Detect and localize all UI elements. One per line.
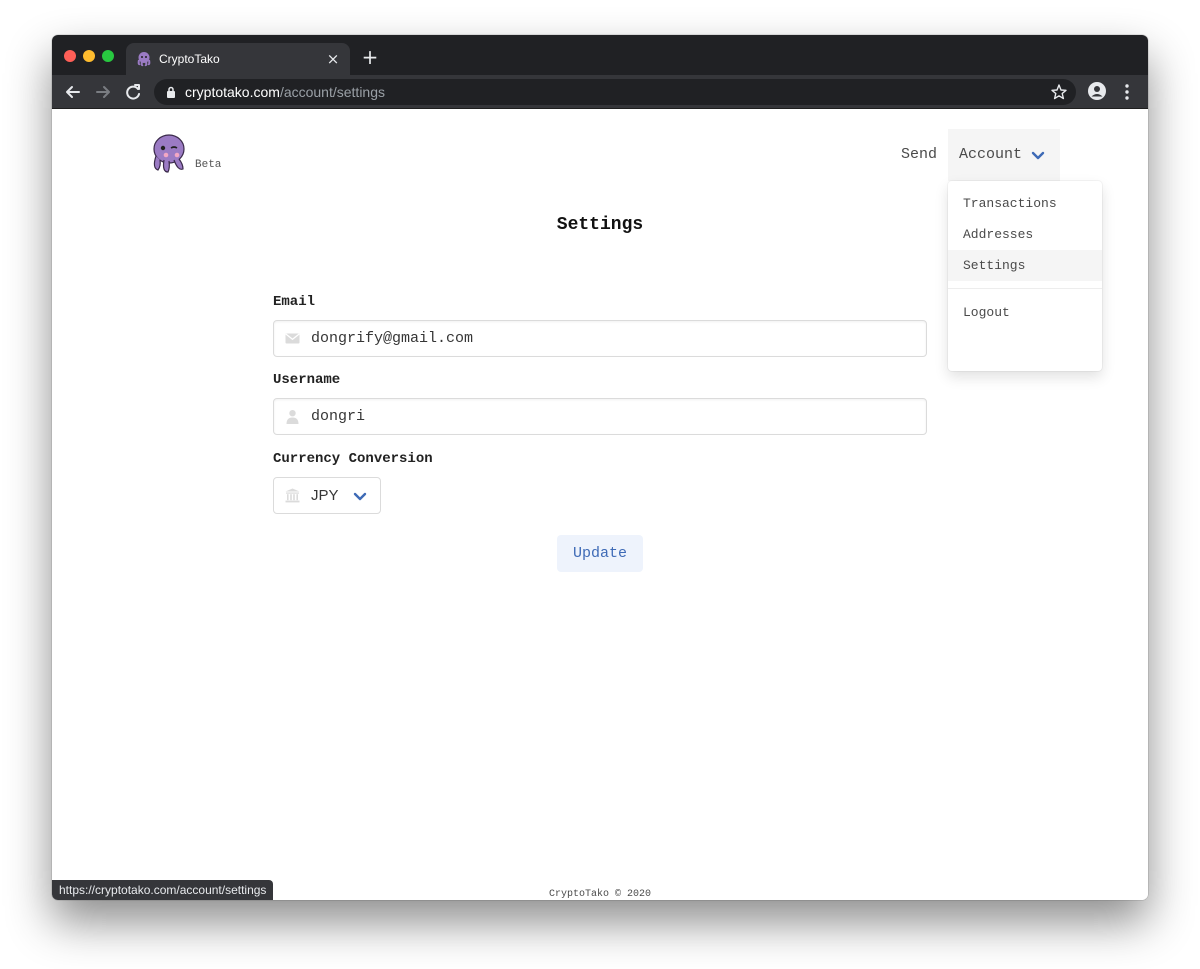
nav-send-link[interactable]: Send	[901, 146, 937, 163]
email-label: Email	[273, 294, 316, 310]
user-icon	[286, 410, 299, 424]
update-button[interactable]: Update	[557, 535, 643, 572]
envelope-icon	[285, 333, 300, 344]
menu-item-logout[interactable]: Logout	[948, 297, 1102, 328]
username-field[interactable]: dongri	[273, 398, 927, 435]
username-label: Username	[273, 372, 341, 388]
nav-account-label: Account	[959, 146, 1023, 163]
close-tab-icon[interactable]: ×	[324, 50, 342, 68]
back-arrow-icon[interactable]	[62, 81, 84, 103]
chevron-down-icon	[1031, 151, 1045, 160]
forward-arrow-icon[interactable]	[92, 81, 114, 103]
url-text: cryptotako.com/account/settings	[185, 84, 385, 100]
minimize-window-button[interactable]	[83, 50, 95, 62]
nav-account-dropdown[interactable]: Account	[948, 129, 1060, 181]
cryptotako-logo-icon[interactable]	[150, 134, 188, 174]
address-bar[interactable]: cryptotako.com/account/settings	[154, 79, 1076, 105]
chevron-down-icon	[353, 492, 367, 501]
more-vert-icon[interactable]	[1119, 82, 1135, 102]
reload-icon[interactable]	[122, 81, 144, 103]
new-tab-icon[interactable]: +	[360, 47, 380, 67]
menu-item-settings[interactable]: Settings	[948, 250, 1102, 281]
profile-avatar-icon[interactable]	[1087, 81, 1107, 101]
email-value: dongrify@gmail.com	[311, 330, 474, 347]
page-title: Settings	[556, 215, 644, 235]
bookmark-star-icon[interactable]	[1050, 83, 1068, 101]
url-host: cryptotako.com	[185, 84, 280, 100]
zoom-window-button[interactable]	[102, 50, 114, 62]
page-content: Beta Send Account Transactions Addresses…	[52, 109, 1148, 900]
account-dropdown-menu: Transactions Addresses Settings Logout	[948, 181, 1102, 371]
octopus-favicon-icon	[137, 52, 151, 67]
browser-window: CryptoTako × + cryptotako.com/account/se…	[52, 35, 1148, 900]
url-path: /account/settings	[279, 84, 385, 100]
bank-icon	[285, 488, 300, 503]
status-bar-url: https://cryptotako.com/account/settings	[52, 880, 274, 900]
browser-toolbar: cryptotako.com/account/settings	[52, 75, 1148, 109]
tab-cryptotako[interactable]: CryptoTako ×	[126, 43, 350, 75]
beta-label: Beta	[195, 159, 222, 171]
currency-value: JPY	[311, 487, 339, 504]
currency-select[interactable]: JPY	[273, 477, 381, 514]
currency-label: Currency Conversion	[273, 451, 433, 467]
tab-bar: CryptoTako × +	[52, 35, 1148, 75]
menu-divider	[948, 288, 1102, 289]
username-value: dongri	[311, 408, 366, 425]
email-field[interactable]: dongrify@gmail.com	[273, 320, 927, 357]
close-window-button[interactable]	[64, 50, 76, 62]
lock-icon	[167, 86, 175, 98]
tab-title: CryptoTako	[159, 52, 220, 66]
